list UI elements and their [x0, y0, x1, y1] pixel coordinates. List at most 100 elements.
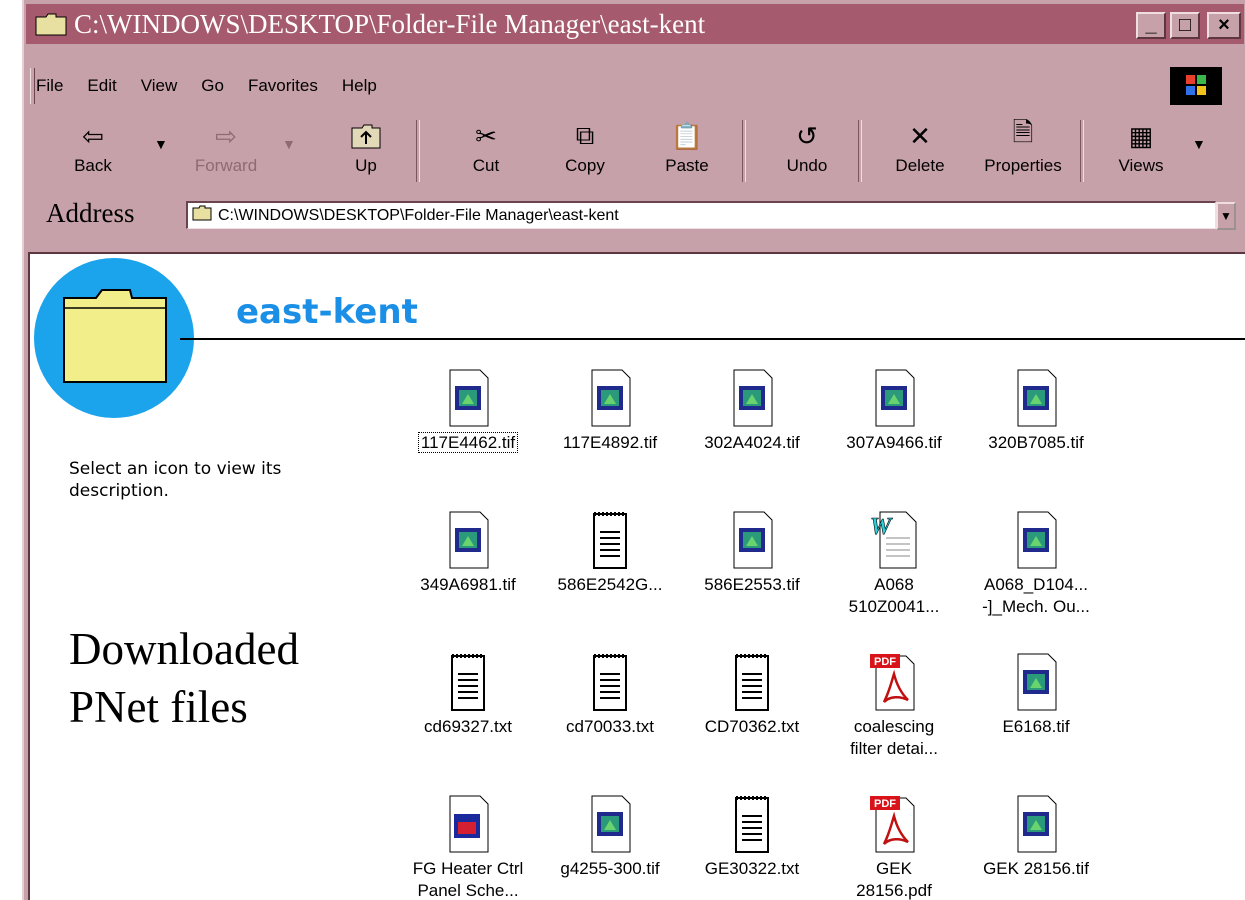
- pdf-file-icon: PDF: [864, 650, 924, 714]
- undo-button[interactable]: ↺ Undo: [772, 116, 842, 176]
- properties-button[interactable]: 🗎 Properties: [968, 116, 1078, 176]
- file-label: 586E2542G...: [557, 575, 663, 594]
- folder-title: east-kent: [236, 292, 418, 332]
- txt-file-icon: [722, 792, 782, 856]
- tif-file-icon: [1006, 508, 1066, 572]
- tif-file-icon: [722, 366, 782, 430]
- maximize-button[interactable]: □: [1170, 12, 1200, 39]
- file-item[interactable]: g4255-300.tif: [538, 792, 682, 880]
- file-item[interactable]: 117E4892.tif: [538, 366, 682, 454]
- svg-text:PDF: PDF: [874, 798, 896, 810]
- menu-edit[interactable]: Edit: [87, 76, 116, 96]
- tif-file-icon: [864, 366, 924, 430]
- tif-file-icon: [580, 792, 640, 856]
- copy-button[interactable]: ⧉ Copy: [550, 116, 620, 176]
- title-bar[interactable]: C:\WINDOWS\DESKTOP\Folder-File Manager\e…: [26, 4, 1244, 44]
- txt-file-icon: [722, 650, 782, 714]
- file-item[interactable]: 320B7085.tif: [964, 366, 1108, 454]
- file-label: 349A6981.tif: [420, 575, 516, 594]
- close-button[interactable]: ×: [1207, 12, 1241, 39]
- file-label: GE30322.txt: [704, 859, 800, 878]
- file-label: cd70033.txt: [566, 717, 654, 736]
- toolbar-separator: [416, 120, 420, 182]
- svg-text:PDF: PDF: [874, 656, 896, 668]
- back-arrow-icon: ⇦: [82, 120, 104, 151]
- file-item[interactable]: PDF coalescing filter detai...: [822, 650, 966, 760]
- views-dropdown-icon[interactable]: ▼: [1192, 136, 1206, 152]
- file-item[interactable]: FG Heater Ctrl Panel Sche...: [396, 792, 540, 900]
- minimize-button[interactable]: _: [1136, 12, 1166, 39]
- menu-grip[interactable]: [30, 68, 35, 104]
- folder-icon: [34, 11, 68, 37]
- menu-file[interactable]: File: [36, 76, 63, 96]
- txt-file-icon: [580, 650, 640, 714]
- forward-arrow-icon: ⇨: [215, 120, 237, 151]
- toolbar-separator: [742, 120, 746, 182]
- address-field[interactable]: C:\WINDOWS\DESKTOP\Folder-File Manager\e…: [186, 201, 1216, 229]
- delete-button[interactable]: ✕ Delete: [882, 116, 958, 176]
- file-label: E6168.tif: [1002, 717, 1070, 736]
- back-dropdown-icon[interactable]: ▼: [154, 136, 168, 152]
- menu-view[interactable]: View: [141, 76, 178, 96]
- forward-dropdown-icon[interactable]: ▼: [282, 136, 296, 152]
- address-bar: Address C:\WINDOWS\DESKTOP\Folder-File M…: [36, 196, 1236, 236]
- file-item[interactable]: E6168.tif: [964, 650, 1108, 738]
- annotation-text: Downloaded PNet files: [69, 624, 299, 732]
- file-label: 302A4024.tif: [704, 433, 800, 452]
- file-item[interactable]: 586E2542G...: [538, 508, 682, 596]
- back-button[interactable]: ⇦ Back: [62, 116, 124, 176]
- file-label: A068_D104... -]_Mech. Ou...: [982, 575, 1090, 616]
- file-item[interactable]: 349A6981.tif: [396, 508, 540, 596]
- scissors-icon: ✂: [475, 120, 497, 151]
- clipboard-icon: 📋: [670, 120, 704, 151]
- address-value: C:\WINDOWS\DESKTOP\Folder-File Manager\e…: [218, 206, 619, 224]
- txt-file-icon: [580, 508, 640, 572]
- tif-file-icon: [1006, 366, 1066, 430]
- file-item[interactable]: A068_D104... -]_Mech. Ou...: [964, 508, 1108, 618]
- file-label: GEK 28156.tif: [983, 859, 1089, 878]
- file-item[interactable]: 307A9466.tif: [822, 366, 966, 454]
- delete-x-icon: ✕: [909, 120, 931, 151]
- header-rule: [180, 338, 1245, 340]
- views-button[interactable]: ▦ Views: [1106, 116, 1176, 176]
- file-label: CD70362.txt: [704, 717, 800, 736]
- toolbar-separator: [1080, 120, 1084, 182]
- file-label: 117E4892.tif: [562, 433, 658, 452]
- undo-icon: ↺: [796, 120, 818, 151]
- tif-file-icon: [438, 508, 498, 572]
- description-text: Select an icon to view its description.: [69, 459, 282, 501]
- file-item[interactable]: 586E2553.tif: [680, 508, 824, 596]
- toolbar: ⇦ Back ▼ ⇨ Forward ▼ Up ✂ Cut ⧉ Copy 📋 P…: [36, 116, 1216, 190]
- img-file-icon: [438, 792, 498, 856]
- cut-button[interactable]: ✂ Cut: [456, 116, 516, 176]
- menu-favorites[interactable]: Favorites: [248, 76, 318, 96]
- file-label: GEK 28156.pdf: [856, 859, 932, 900]
- file-item[interactable]: 117E4462.tif: [396, 366, 540, 454]
- txt-file-icon: [438, 650, 498, 714]
- explorer-window: C:\WINDOWS\DESKTOP\Folder-File Manager\e…: [22, 0, 1245, 900]
- forward-button[interactable]: ⇨ Forward: [186, 116, 266, 176]
- file-label: g4255-300.tif: [560, 859, 660, 878]
- views-icon: ▦: [1128, 120, 1154, 151]
- file-label: 320B7085.tif: [988, 433, 1084, 452]
- paste-button[interactable]: 📋 Paste: [652, 116, 722, 176]
- menu-go[interactable]: Go: [201, 76, 224, 96]
- file-item[interactable]: cd70033.txt: [538, 650, 682, 738]
- menu-help[interactable]: Help: [342, 76, 377, 96]
- up-button[interactable]: Up: [336, 116, 396, 176]
- file-item[interactable]: CD70362.txt: [680, 650, 824, 738]
- properties-icon: 🗎: [1012, 117, 1034, 147]
- toolbar-separator: [858, 120, 862, 182]
- file-item[interactable]: GEK 28156.tif: [964, 792, 1108, 880]
- address-dropdown-icon[interactable]: ▼: [1216, 202, 1236, 230]
- file-item[interactable]: cd69327.txt: [396, 650, 540, 738]
- folder-view: east-kent Select an icon to view its des…: [28, 252, 1245, 900]
- window-title: C:\WINDOWS\DESKTOP\Folder-File Manager\e…: [74, 8, 706, 39]
- file-item[interactable]: W A068 510Z0041...: [822, 508, 966, 618]
- file-item[interactable]: 302A4024.tif: [680, 366, 824, 454]
- address-label: Address: [46, 198, 135, 228]
- windows-logo-icon: [1170, 67, 1222, 105]
- file-item[interactable]: GE30322.txt: [680, 792, 824, 880]
- menu-bar: File Edit View Go Favorites Help: [36, 71, 401, 101]
- file-item[interactable]: PDF GEK 28156.pdf: [822, 792, 966, 900]
